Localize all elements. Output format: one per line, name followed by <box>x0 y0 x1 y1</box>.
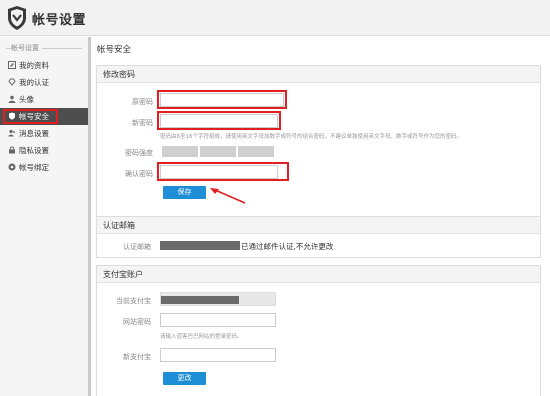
change-button[interactable]: 更改 <box>163 372 206 385</box>
new-alipay-label: 新支付宝 <box>123 353 151 361</box>
page-header-title: 帐号设置 <box>32 13 87 28</box>
highlight-box <box>3 109 58 124</box>
sidebar-item-privacy[interactable]: 隐私设置 <box>0 142 88 159</box>
main-content: 帐号安全 修改密码 原密码 新密码 密码由6至16个字符组成，请使用英文字母加数… <box>91 37 550 396</box>
highlight-box <box>157 162 289 181</box>
sidebar-item-profile[interactable]: 我的资料 <box>0 57 88 74</box>
sidebar-item-messages[interactable]: 消息设置 <box>0 125 88 142</box>
current-alipay-label: 当前支付宝 <box>116 297 151 305</box>
sidebar-item-label: 头像 <box>19 95 34 104</box>
redacted-alipay <box>161 296 239 304</box>
message-icon <box>8 129 16 137</box>
verify-icon <box>8 78 16 86</box>
sidebar-item-label: 我的认证 <box>19 78 49 87</box>
sidebar: 帐号设置 我的资料 我的认证 头像 帐号安全 消息设置 隐私设置 帐号绑定 <box>0 37 91 396</box>
save-button[interactable]: 保存 <box>163 186 206 199</box>
sidebar-item-label: 帐号绑定 <box>19 163 49 172</box>
site-password-label: 网站密码 <box>123 318 151 326</box>
panel-heading: 支付宝账户 <box>97 266 540 283</box>
profile-icon <box>8 61 16 69</box>
strength-bar-medium <box>200 146 236 157</box>
confirm-password-label: 确认密码 <box>125 170 153 178</box>
highlight-box <box>157 90 287 109</box>
email-status: 已通过邮件认证,不允许更改 <box>241 242 334 251</box>
new-password-label: 新密码 <box>132 119 153 127</box>
page-title: 帐号安全 <box>97 45 132 55</box>
panel-heading: 修改密码 <box>97 66 540 83</box>
shield-logo-icon <box>8 6 26 30</box>
sidebar-item-label: 隐私设置 <box>19 146 49 155</box>
header-bar: 帐号设置 <box>0 0 550 36</box>
highlight-box <box>157 111 281 130</box>
password-hint: 密码由6至16个字符组成，请使用英文字母加数字或符号的组合密码，不建议单独使用英… <box>160 134 463 140</box>
panel-heading: 认证邮箱 <box>97 217 540 234</box>
sidebar-item-binding[interactable]: 帐号绑定 <box>0 159 88 176</box>
privacy-icon <box>9 146 15 154</box>
strength-bar-weak <box>162 146 198 157</box>
redacted-email <box>160 241 240 250</box>
sidebar-heading: 帐号设置 <box>0 37 88 57</box>
site-password-hint: 请输入道客巴巴网站的登录密码。 <box>160 334 243 340</box>
strength-bar-strong <box>238 146 274 157</box>
sidebar-item-label: 消息设置 <box>19 129 49 138</box>
sidebar-item-avatar[interactable]: 头像 <box>0 91 88 108</box>
sidebar-heading-label: 帐号设置 <box>11 43 42 53</box>
sidebar-item-verify[interactable]: 我的认证 <box>0 74 88 91</box>
email-label: 认证邮箱 <box>123 243 151 251</box>
alipay-account-panel: 支付宝账户 当前支付宝 网站密码 请输入道客巴巴网站的登录密码。 新支付宝 更改 <box>96 265 541 396</box>
avatar-icon <box>8 95 16 103</box>
verified-email-panel: 认证邮箱 认证邮箱 已通过邮件认证,不允许更改 <box>96 216 541 258</box>
red-arrow-icon <box>210 188 246 204</box>
sidebar-item-security[interactable]: 帐号安全 <box>0 108 88 125</box>
bind-icon <box>8 163 16 171</box>
sidebar-item-label: 我的资料 <box>19 61 49 70</box>
change-password-panel: 修改密码 原密码 新密码 密码由6至16个字符组成，请使用英文字母加数字或符号的… <box>96 65 541 240</box>
strength-label: 密码强度 <box>125 149 153 157</box>
new-alipay-input[interactable] <box>160 348 276 362</box>
old-password-label: 原密码 <box>132 98 153 106</box>
site-password-input[interactable] <box>160 313 276 327</box>
